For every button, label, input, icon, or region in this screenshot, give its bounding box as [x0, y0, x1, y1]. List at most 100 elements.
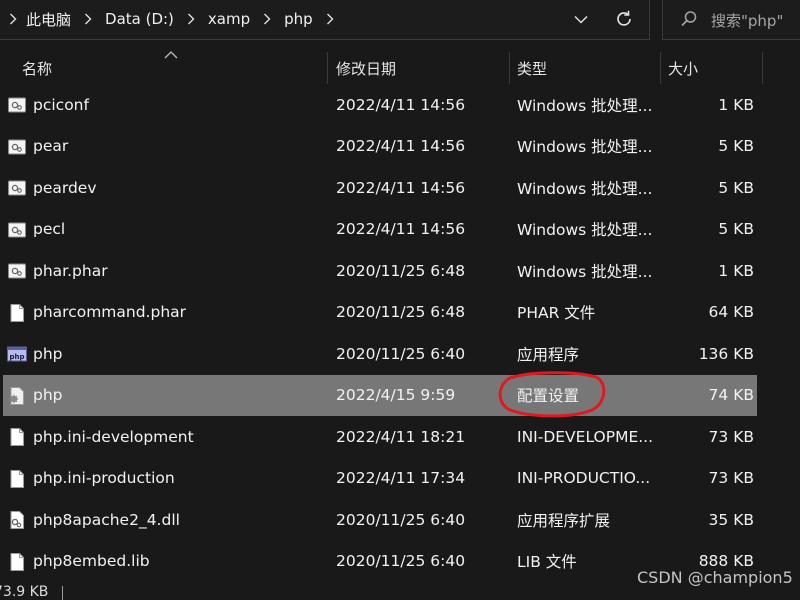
file-list: pciconf 2022/4/11 14:56 Windows 批处理... 1…	[0, 84, 800, 582]
file-date: 2022/4/11 14:56	[336, 220, 466, 239]
status-selection-size: 73.9 KB	[0, 584, 49, 600]
file-date: 2020/11/25 6:48	[336, 261, 466, 280]
file-date: 2022/4/11 14:56	[336, 178, 466, 197]
column-divider[interactable]	[660, 52, 661, 84]
breadcrumb-item-this-pc[interactable]: 此电脑	[26, 9, 75, 30]
file-date: 2022/4/15 9:59	[336, 386, 456, 405]
file-type: Windows 批处理...	[517, 179, 653, 198]
column-divider[interactable]	[327, 52, 328, 84]
file-row[interactable]: pecl 2022/4/11 14:56 Windows 批处理... 5 KB	[0, 209, 800, 251]
file-date: 2020/11/25 6:40	[336, 510, 466, 529]
svg-text:php: php	[9, 353, 24, 361]
file-row[interactable]: php.ini-development 2022/4/11 18:21 INI-…	[0, 416, 800, 458]
batch-file-icon	[8, 139, 26, 154]
column-headers: 名称 修改日期 类型 大小	[0, 50, 800, 86]
file-size: 136 KB	[698, 344, 754, 363]
file-type: INI-DEVELOPME...	[517, 427, 654, 446]
file-date: 2022/4/11 14:56	[336, 95, 466, 114]
file-name: peardev	[33, 178, 97, 197]
file-type: Windows 批处理...	[517, 96, 653, 115]
dll-file-icon	[10, 511, 24, 529]
batch-file-icon	[8, 97, 26, 113]
search-placeholder: 搜索"php"	[711, 12, 784, 30]
column-header-date[interactable]: 修改日期	[336, 50, 506, 86]
file-type: Windows 批处理...	[517, 138, 653, 157]
refresh-button[interactable]	[610, 6, 638, 32]
chevron-right-icon[interactable]	[254, 13, 280, 25]
file-size: 73 KB	[708, 427, 754, 446]
file-size: 5 KB	[718, 178, 754, 197]
file-type: INI-PRODUCTIO...	[517, 469, 651, 488]
file-row[interactable]: pear 2022/4/11 14:56 Windows 批处理... 5 KB	[0, 126, 800, 168]
column-divider[interactable]	[762, 52, 763, 84]
breadcrumb-item-php[interactable]: php	[280, 10, 317, 28]
batch-file-icon	[8, 263, 26, 279]
file-row[interactable]: pharcommand.phar 2020/11/25 6:48 PHAR 文件…	[0, 292, 800, 334]
column-header-type[interactable]: 类型	[517, 50, 657, 86]
file-name: php8embed.lib	[33, 552, 150, 571]
blank-file-icon	[10, 428, 24, 446]
file-name: pciconf	[33, 95, 89, 114]
file-name: phar.phar	[33, 261, 108, 280]
address-history-dropdown-button[interactable]	[568, 6, 594, 32]
file-size: 64 KB	[708, 303, 754, 322]
file-size: 73 KB	[708, 469, 754, 488]
file-type: Windows 批处理...	[517, 221, 653, 240]
blank-file-icon	[10, 552, 24, 571]
batch-file-icon	[8, 222, 26, 237]
file-date: 2022/4/11 18:21	[336, 427, 466, 446]
file-date: 2020/11/25 6:40	[336, 552, 466, 571]
file-size: 5 KB	[718, 137, 754, 156]
file-size: 5 KB	[718, 220, 754, 239]
file-type: Windows 批处理...	[517, 262, 653, 281]
file-name: php	[33, 386, 63, 405]
file-date: 2022/4/11 14:56	[336, 137, 466, 156]
file-name: php.ini-development	[33, 427, 194, 446]
search-icon	[681, 11, 697, 27]
file-row-selected[interactable]: php 2022/4/15 9:59 配置设置 74 KB	[0, 374, 800, 416]
breadcrumb: 此电脑 Data (D:) xamp php	[0, 0, 343, 38]
red-annotation-circle	[498, 371, 606, 418]
column-header-size[interactable]: 大小	[668, 50, 758, 86]
file-size: 1 KB	[718, 95, 754, 114]
file-name: php	[33, 344, 63, 363]
file-row[interactable]: pciconf 2022/4/11 14:56 Windows 批处理... 1…	[0, 84, 800, 126]
breadcrumb-item-xamp[interactable]: xamp	[204, 10, 254, 28]
chevron-right-icon[interactable]	[0, 13, 26, 25]
blank-file-icon	[10, 469, 24, 488]
file-row[interactable]: php php 2020/11/25 6:40 应用程序 136 KB	[0, 333, 800, 375]
file-name: pear	[33, 137, 69, 156]
chevron-right-icon[interactable]	[317, 13, 343, 25]
watermark: CSDN @champion5	[637, 568, 793, 587]
file-row[interactable]: php.ini-production 2022/4/11 17:34 INI-P…	[0, 458, 800, 500]
file-explorer-window: 此电脑 Data (D:) xamp php 搜索"php" 名称 修改日期 类…	[0, 0, 800, 600]
file-row[interactable]: peardev 2022/4/11 14:56 Windows 批处理... 5…	[0, 167, 800, 209]
batch-file-icon	[8, 180, 26, 196]
status-divider	[62, 586, 63, 600]
chevron-right-icon[interactable]	[178, 13, 204, 25]
file-name: php8apache2_4.dll	[33, 510, 180, 529]
settings-file-icon	[9, 386, 24, 405]
file-type: LIB 文件	[517, 553, 577, 572]
file-row[interactable]: php8apache2_4.dll 2020/11/25 6:40 应用程序扩展…	[0, 499, 800, 541]
file-size: 74 KB	[708, 386, 754, 405]
search-input[interactable]: 搜索"php"	[662, 0, 800, 40]
php-application-icon: php	[7, 346, 27, 362]
file-name: pharcommand.phar	[33, 303, 187, 322]
file-size: 1 KB	[718, 261, 754, 280]
breadcrumb-item-drive[interactable]: Data (D:)	[101, 10, 178, 28]
file-size: 35 KB	[708, 510, 754, 529]
column-divider[interactable]	[509, 52, 510, 84]
file-name: pecl	[33, 220, 66, 239]
file-name: php.ini-production	[33, 469, 175, 488]
chevron-right-icon[interactable]	[75, 13, 101, 25]
chevron-down-icon	[574, 15, 588, 24]
column-header-name[interactable]: 名称	[22, 50, 322, 86]
file-type: 应用程序扩展	[517, 511, 611, 530]
file-row[interactable]: phar.phar 2020/11/25 6:48 Windows 批处理...…	[0, 250, 800, 292]
file-type: PHAR 文件	[517, 304, 596, 323]
file-date: 2022/4/11 17:34	[336, 469, 466, 488]
address-bar[interactable]: 此电脑 Data (D:) xamp php	[0, 0, 650, 40]
file-date: 2020/11/25 6:40	[336, 344, 466, 363]
blank-file-icon	[10, 303, 24, 322]
